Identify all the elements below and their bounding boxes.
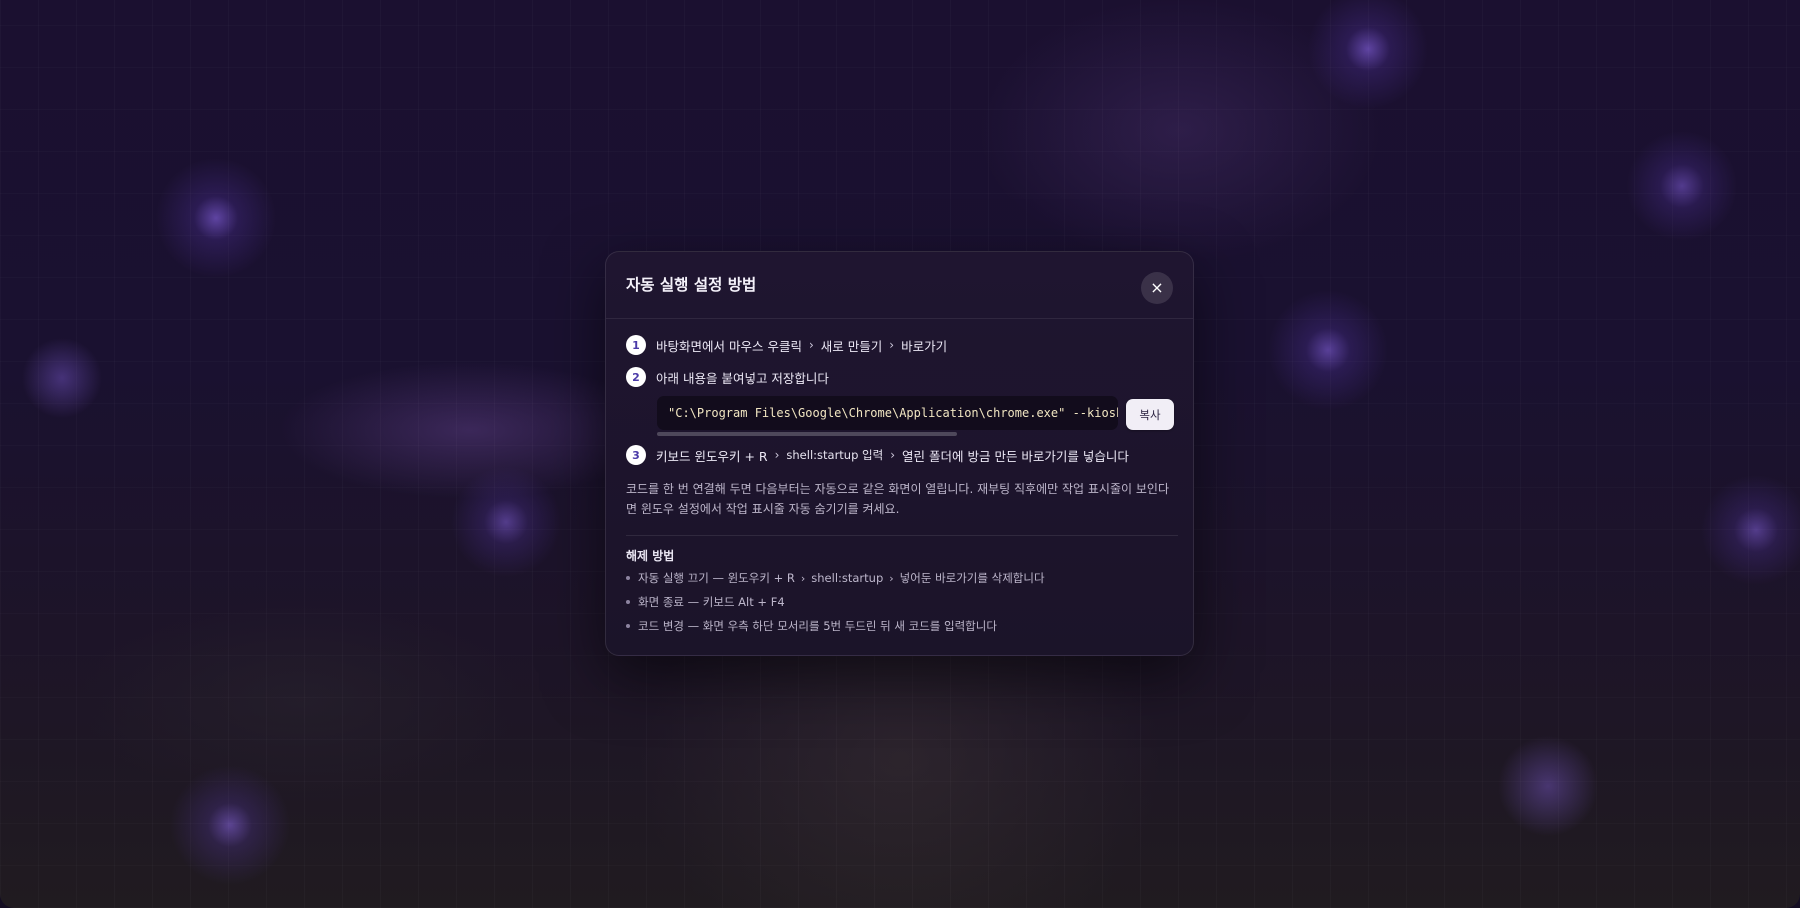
close-icon: × (1150, 278, 1164, 297)
step-number: 2 (626, 367, 646, 387)
step-text: 바로가기 (901, 338, 948, 354)
list-item-text: 화면 종료 — 키보드 Alt + F4 (638, 595, 785, 609)
info-note: 코드를 한 번 연결해 두면 다음부터는 자동으로 같은 화면이 열립니다. 재… (626, 482, 1169, 516)
list-item: 자동 실행 끄기 — 윈도우키 + R › shell:startup › 넣어… (626, 570, 1045, 586)
code-snippet[interactable]: "C:\Program Files\Google\Chrome\Applicat… (657, 396, 1118, 430)
horizontal-scrollbar[interactable] (657, 432, 957, 436)
close-button[interactable]: × (1141, 272, 1173, 304)
disable-section-title: 해제 방법 (626, 549, 675, 563)
code-snippet-container[interactable]: "C:\Program Files\Google\Chrome\Applicat… (657, 396, 1118, 438)
step-text: 새로 만들기 (820, 338, 883, 354)
list-item-text: shell:startup (811, 571, 884, 585)
list-item-text: 자동 실행 끄기 — 윈도우키 + R (638, 571, 795, 585)
step-number: 3 (626, 445, 646, 465)
bullet-icon (626, 600, 630, 604)
step-text: 바탕화면에서 마우스 우클릭 (656, 338, 802, 354)
step-text: 키보드 윈도우키 + R (656, 448, 768, 464)
step-text: 아래 내용을 붙여넣고 저장합니다 (656, 370, 829, 386)
list-item: 화면 종료 — 키보드 Alt + F4 (626, 594, 785, 610)
copy-button[interactable]: 복사 (1126, 399, 1174, 430)
step-text: 열린 폴더에 방금 만든 바로가기를 넣습니다 (902, 448, 1129, 464)
step-1: 1 바탕화면에서 마우스 우클릭 › 새로 만들기 › 바로가기 (626, 335, 947, 355)
list-item-text: 코드 변경 — 화면 우측 하단 모서리를 5번 두드린 뒤 새 코드를 입력합… (638, 619, 997, 633)
chevron-right-icon: › (800, 571, 806, 585)
modal-title: 자동 실행 설정 방법 (626, 276, 757, 294)
chevron-right-icon: › (889, 338, 895, 352)
bullet-icon (626, 624, 630, 628)
list-item: 코드 변경 — 화면 우측 하단 모서리를 5번 두드린 뒤 새 코드를 입력합… (626, 618, 997, 634)
modal-header: 자동 실행 설정 방법 × (606, 252, 1193, 319)
chevron-right-icon: › (774, 448, 780, 462)
list-item-text: 넣어둔 바로가기를 삭제합니다 (899, 571, 1045, 585)
chevron-right-icon: › (808, 338, 814, 352)
chevron-right-icon: › (890, 448, 896, 462)
divider (626, 535, 1178, 536)
step-text: shell:startup 입력 (786, 448, 884, 462)
step-3: 3 키보드 윈도우키 + R › shell:startup 입력 › 열린 폴… (626, 445, 1129, 465)
step-2: 2 아래 내용을 붙여넣고 저장합니다 (626, 367, 829, 387)
autostart-setup-modal: 자동 실행 설정 방법 × 1 바탕화면에서 마우스 우클릭 › 새로 만들기 … (605, 251, 1194, 656)
step-number: 1 (626, 335, 646, 355)
bullet-icon (626, 576, 630, 580)
chevron-right-icon: › (889, 571, 894, 585)
